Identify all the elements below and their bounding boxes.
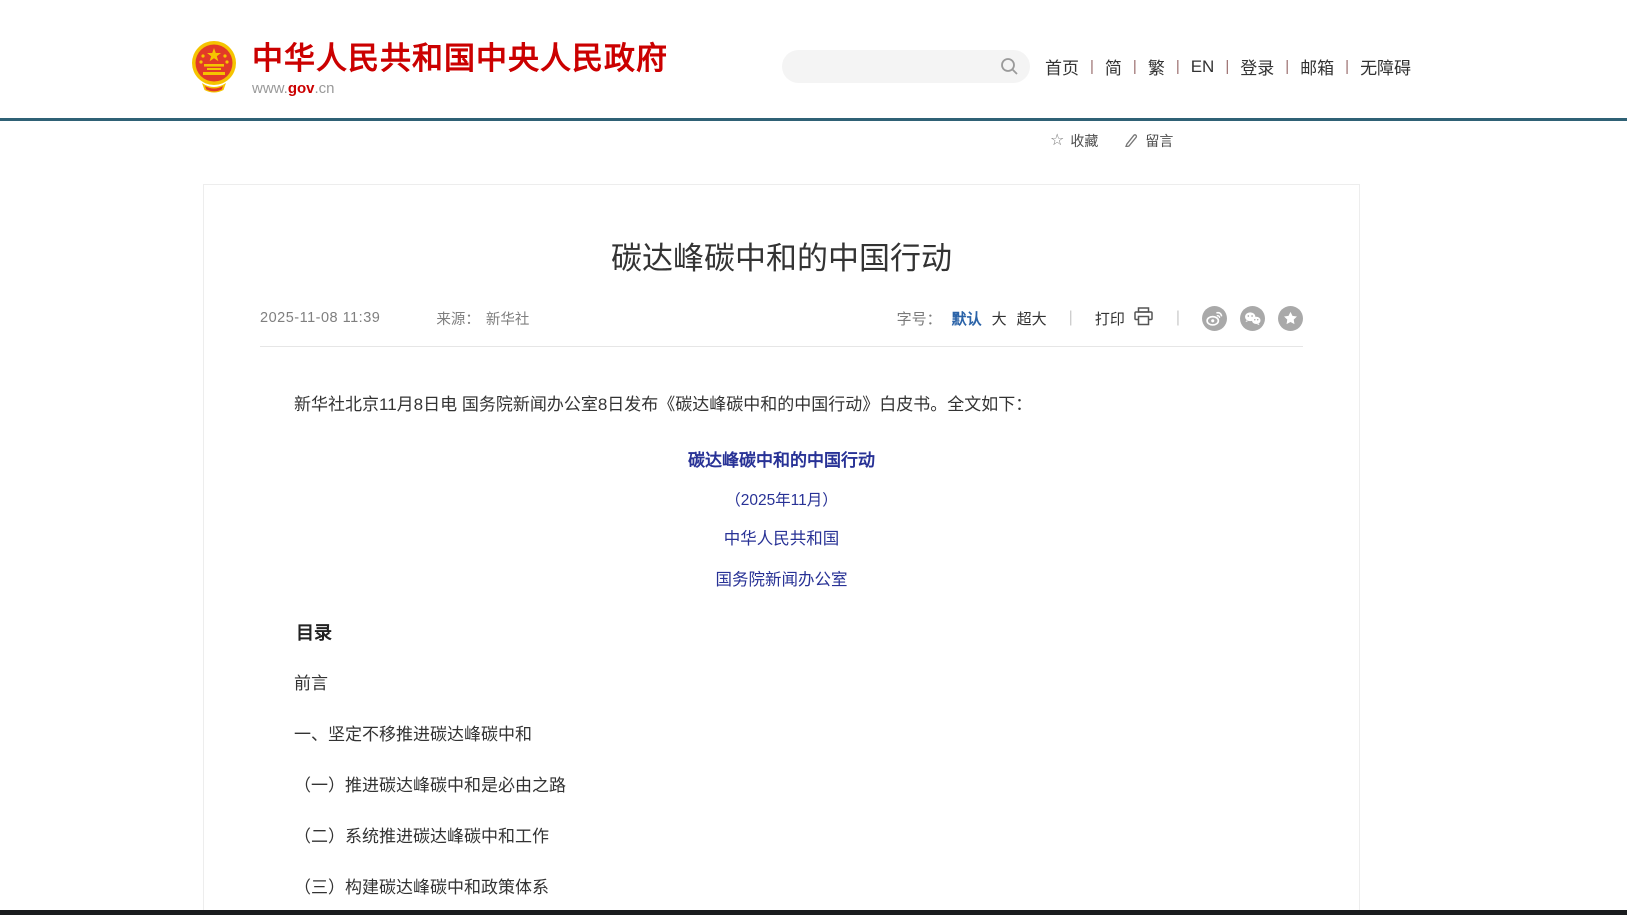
lead-paragraph: 新华社北京11月8日电 国务院新闻办公室8日发布《碳达峰碳中和的中国行动》白皮书… [260,393,1303,417]
fontsize-label: 字号： [897,308,942,329]
nav-separator: | [1133,58,1137,75]
article-source-label: 来源： [436,308,480,329]
nav-item-simplified[interactable]: 简 [1105,54,1122,79]
share-star-icon [1278,306,1303,331]
weibo-icon [1202,306,1227,331]
article-card: 碳达峰碳中和的中国行动 2025-11-08 11:39 来源： 新华社 字号：… [203,184,1360,915]
article-date: 2025-11-08 11:39 [260,310,380,326]
page-actions: ☆ 收藏 留言 [1050,131,1173,151]
message-button[interactable]: 留言 [1124,131,1173,151]
print-button[interactable]: 打印 [1095,307,1154,330]
toc-heading: 目录 [260,619,1303,645]
article-meta-right: 字号： 默认 大 超大 | 打印 [897,306,1303,331]
article-meta-left: 2025-11-08 11:39 来源： 新华社 [260,308,529,329]
site-url: www.gov.cn [252,80,668,97]
article-body: 新华社北京11月8日电 国务院新闻办公室8日发布《碳达峰碳中和的中国行动》白皮书… [260,393,1303,915]
fontsize-large-button[interactable]: 大 [992,308,1007,329]
toc-item-section1-1: （一）推进碳达峰碳中和是必由之路 [260,774,1303,798]
message-label: 留言 [1145,131,1173,151]
toc-item-section1: 一、坚定不移推进碳达峰碳中和 [260,723,1303,747]
document-org-line1: 中华人民共和国 [260,525,1303,549]
article-source: 新华社 [486,308,530,329]
toc-item-section1-3: （三）构建碳达峰碳中和政策体系 [260,876,1303,900]
nav-separator: | [1285,58,1289,75]
site-url-gov: gov [288,80,315,97]
print-label: 打印 [1095,308,1125,329]
site-logo-link[interactable]: 中华人民共和国中央人民政府 www.gov.cn [190,38,668,101]
nav-item-login[interactable]: 登录 [1240,54,1274,79]
national-emblem-icon [190,38,238,101]
page: 中华人民共和国中央人民政府 www.gov.cn 首页 | 简 | 繁 | EN… [0,0,1627,915]
nav-separator: | [1090,58,1094,75]
share-wechat-button[interactable] [1240,306,1265,331]
favorite-button[interactable]: ☆ 收藏 [1050,131,1098,151]
site-title-block: 中华人民共和国中央人民政府 www.gov.cn [252,42,668,96]
nav-separator: | [1345,58,1349,75]
nav-item-traditional[interactable]: 繁 [1148,54,1165,79]
article-title: 碳达峰碳中和的中国行动 [260,206,1303,280]
wechat-icon [1240,306,1265,331]
meta-separator: | [1069,309,1073,327]
toc-item-preface: 前言 [260,672,1303,696]
article-meta-row: 2025-11-08 11:39 来源： 新华社 字号： 默认 大 超大 | 打… [260,306,1303,347]
document-title: 碳达峰碳中和的中国行动 [260,446,1303,471]
nav-item-accessibility[interactable]: 无障碍 [1360,54,1411,79]
site-header: 中华人民共和国中央人民政府 www.gov.cn 首页 | 简 | 繁 | EN… [0,0,1627,121]
document-org-line2: 国务院新闻办公室 [260,566,1303,590]
top-nav: 首页 | 简 | 繁 | EN | 登录 | 邮箱 | 无障碍 [1045,54,1411,79]
search-box [782,50,1030,83]
share-weibo-button[interactable] [1202,306,1227,331]
share-more-button[interactable] [1278,306,1303,331]
meta-separator: | [1176,309,1180,327]
share-icons [1202,306,1303,331]
search-input[interactable] [798,50,993,83]
fontsize-xlarge-button[interactable]: 超大 [1017,308,1047,329]
fontsize-default-button[interactable]: 默认 [952,308,982,329]
nav-separator: | [1176,58,1180,75]
search-icon[interactable] [1000,57,1019,76]
favorite-label: 收藏 [1070,131,1098,151]
site-url-cn: .cn [315,80,335,97]
nav-item-english[interactable]: EN [1191,57,1215,77]
message-pen-icon [1124,132,1139,150]
nav-separator: | [1225,58,1229,75]
document-date: （2025年11月） [260,488,1303,510]
printer-icon [1133,307,1154,330]
nav-item-home[interactable]: 首页 [1045,54,1079,79]
toc-item-section1-2: （二）系统推进碳达峰碳中和工作 [260,825,1303,849]
footer-top-edge [0,910,1627,915]
site-url-www: www. [252,80,288,97]
site-title: 中华人民共和国中央人民政府 [252,42,668,76]
favorite-star-icon: ☆ [1050,133,1064,149]
nav-item-mail[interactable]: 邮箱 [1300,54,1334,79]
